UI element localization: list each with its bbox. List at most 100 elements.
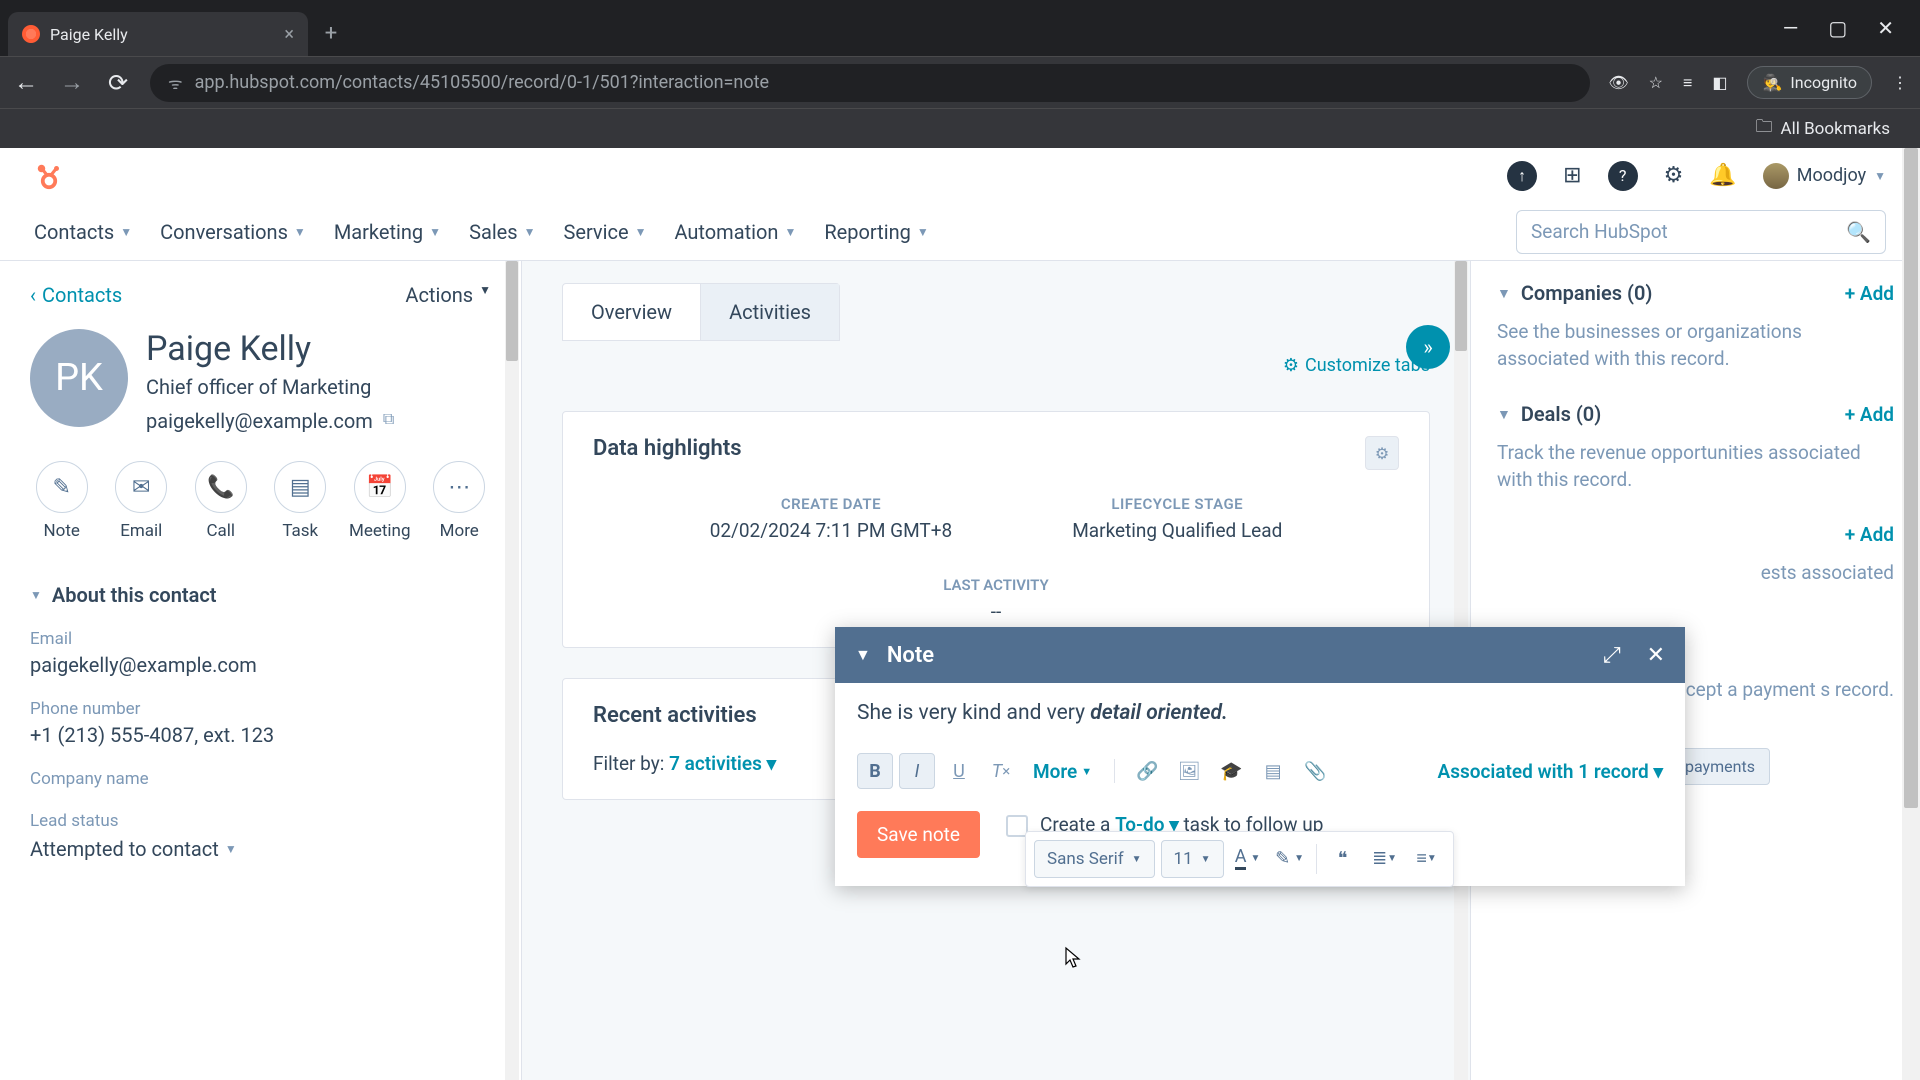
nav-contacts[interactable]: Contacts▼ [34,220,132,244]
nav-marketing[interactable]: Marketing▼ [334,220,441,244]
text-color-button[interactable]: A ▼ [1230,840,1266,876]
notifications-bell-icon[interactable]: 🔔 [1709,163,1736,188]
save-note-button[interactable]: Save note [857,811,980,858]
underline-button[interactable]: U [941,753,977,789]
task-action-button[interactable]: ▤Task [269,461,333,541]
contact-name: Paige Kelly [146,329,394,369]
nav-service[interactable]: Service▼ [564,220,647,244]
add-ticket-link[interactable]: + Add [1845,523,1894,546]
tab-activities[interactable]: Activities [700,284,839,340]
new-tab-button[interactable]: + [316,18,346,48]
hubspot-logo-icon[interactable] [34,161,64,191]
phone-value[interactable]: +1 (213) 555-4087, ext. 123 [30,723,491,747]
actions-dropdown[interactable]: Actions ▼ [405,283,491,307]
collapse-icon[interactable]: ▼ [855,645,871,665]
nav-sales[interactable]: Sales▼ [469,220,535,244]
data-highlights-card: ⚙ Data highlights CREATE DATE02/02/2024 … [562,411,1430,648]
eye-off-icon[interactable]: 👁 [1608,73,1628,92]
chevron-down-icon: ▼ [120,225,132,239]
deals-section-toggle[interactable]: ▼Deals (0)+ Add [1497,402,1894,426]
note-header[interactable]: ▼ Note ⤢ ✕ [835,627,1685,683]
chevron-down-icon: ▼ [635,225,647,239]
page-scrollbar[interactable] [1902,148,1920,1080]
nav-automation[interactable]: Automation▼ [674,220,796,244]
phone-icon: 📞 [195,461,247,513]
maximize-icon[interactable]: ▢ [1828,16,1847,40]
image-button[interactable]: 🖼 [1171,753,1207,789]
back-icon[interactable]: ← [12,68,40,97]
chevron-down-icon: ▼ [1497,406,1511,423]
call-action-button[interactable]: 📞Call [189,461,253,541]
incognito-icon: 🕵 [1762,73,1782,92]
search-input[interactable]: Search HubSpot 🔍 [1516,210,1886,254]
add-company-link[interactable]: + Add [1845,282,1894,305]
email-value[interactable]: paigekelly@example.com [30,653,491,677]
tickets-section-toggle[interactable]: + Add [1497,523,1894,546]
filter-dropdown[interactable]: 7 activities ▾ [669,752,776,775]
font-size-select[interactable]: 11▼ [1161,840,1224,878]
reading-list-icon[interactable]: ≡ [1683,73,1692,93]
calendar-icon: 📅 [354,461,406,513]
browser-menu-icon[interactable]: ⋮ [1892,73,1908,92]
note-icon: ✎ [36,461,88,513]
quote-button[interactable]: ❝ [1325,840,1361,876]
align-button[interactable]: ≡ ▼ [1409,840,1445,876]
more-format-dropdown[interactable]: More▼ [1033,760,1092,783]
hubspot-favicon [22,25,40,43]
bookmark-star-icon[interactable]: ☆ [1649,73,1663,92]
side-panel-icon[interactable]: ◧ [1712,73,1727,92]
url-input[interactable]: ᯤ app.hubspot.com/contacts/45105500/reco… [150,64,1590,102]
email-icon: ✉ [115,461,167,513]
font-family-select[interactable]: Sans Serif▼ [1034,840,1155,878]
incognito-chip[interactable]: 🕵 Incognito [1747,66,1872,99]
browser-tab[interactable]: Paige Kelly × [8,12,308,56]
italic-button[interactable]: I [899,753,935,789]
email-action-button[interactable]: ✉Email [110,461,174,541]
knowledge-button[interactable]: 🎓 [1213,753,1249,789]
all-bookmarks-link[interactable]: All Bookmarks [1781,119,1890,139]
snippet-button[interactable]: ▤ [1255,753,1291,789]
nav-reporting[interactable]: Reporting▼ [824,220,928,244]
close-window-icon[interactable]: ✕ [1877,16,1894,40]
reload-icon[interactable]: ⟳ [104,69,132,97]
site-settings-icon[interactable]: ᯤ [168,72,183,94]
close-tab-icon[interactable]: × [284,24,294,45]
bold-button[interactable]: B [857,753,893,789]
highlight-color-button[interactable]: ✎ ▼ [1272,840,1308,876]
bookmarks-bar: 🗀 All Bookmarks [0,108,1920,148]
lead-status-dropdown[interactable]: Attempted to contact▼ [30,837,491,861]
about-section-toggle[interactable]: ▼About this contact [30,583,491,607]
lead-status-label: Lead status [30,811,491,831]
card-settings-button[interactable]: ⚙ [1365,436,1399,470]
scrollbar[interactable] [505,261,519,1080]
tab-overview[interactable]: Overview [563,284,700,340]
list-button[interactable]: ≣ ▼ [1367,840,1403,876]
settings-gear-icon[interactable]: ⚙ [1664,163,1684,188]
more-action-button[interactable]: ⋯More [428,461,492,541]
tickets-desc: ests associated [1497,560,1894,587]
associated-records-dropdown[interactable]: Associated with 1 record ▾ [1438,760,1663,783]
browser-address-bar: ← → ⟳ ᯤ app.hubspot.com/contacts/4510550… [0,56,1920,108]
copy-icon[interactable]: ⧉ [383,409,394,433]
url-text: app.hubspot.com/contacts/45105500/record… [195,72,769,93]
customize-tabs-link[interactable]: ⚙ Customize tabs [1283,355,1430,376]
marketplace-icon[interactable]: ⊞ [1563,163,1581,188]
note-action-button[interactable]: ✎Note [30,461,94,541]
upgrade-icon[interactable]: ↑ [1507,161,1537,191]
account-menu[interactable]: Moodjoy ▼ [1763,163,1886,189]
minimize-icon[interactable]: — [1783,16,1799,40]
expand-icon[interactable]: ⤢ [1603,643,1621,668]
link-button[interactable]: 🔗 [1129,753,1165,789]
deals-desc: Track the revenue opportunities associat… [1497,440,1894,493]
help-icon[interactable]: ? [1608,161,1638,191]
attach-button[interactable]: 📎 [1297,753,1333,789]
companies-section-toggle[interactable]: ▼Companies (0)+ Add [1497,281,1894,305]
expand-sidebar-button[interactable]: » [1406,325,1450,369]
add-deal-link[interactable]: + Add [1845,403,1894,426]
clear-format-button[interactable]: T× [983,753,1019,789]
note-editor[interactable]: She is very kind and very detail oriente… [835,683,1685,743]
filter-label: Filter by: [593,752,664,775]
nav-conversations[interactable]: Conversations▼ [160,220,306,244]
close-icon[interactable]: ✕ [1647,643,1665,668]
meeting-action-button[interactable]: 📅Meeting [348,461,412,541]
